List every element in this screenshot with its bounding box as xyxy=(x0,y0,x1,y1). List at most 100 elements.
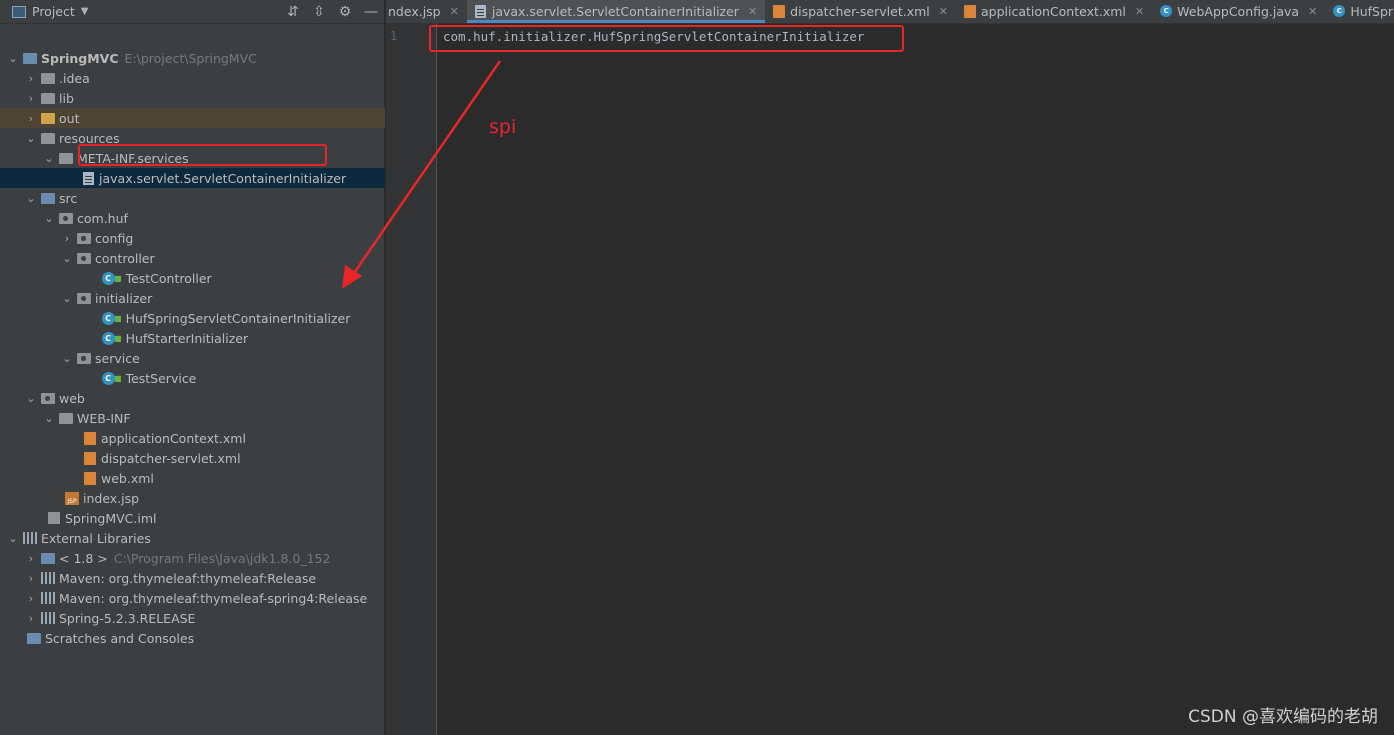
highlight-box-tree xyxy=(78,144,327,166)
tree-item-initializer[interactable]: ⌄ initializer xyxy=(0,288,385,308)
tab-hufspringservletcontainerinitializer[interactable]: C HufSpringServletCo xyxy=(1325,0,1394,23)
chevron-down-icon[interactable]: ⌄ xyxy=(22,192,40,205)
tree-item-label: WEB-INF xyxy=(77,410,131,426)
jsp-file-icon: JSP xyxy=(64,491,80,505)
tree-item-testcontroller[interactable]: C ■ TestController xyxy=(0,268,385,288)
tree-item-config[interactable]: › config xyxy=(0,228,385,248)
close-icon[interactable]: ✕ xyxy=(450,5,459,18)
chevron-down-icon[interactable]: ⌄ xyxy=(22,392,40,405)
chevron-down-icon[interactable]: ⌄ xyxy=(40,152,58,165)
xml-file-icon xyxy=(82,451,98,465)
tree-item-springmvc-iml[interactable]: SpringMVC.iml xyxy=(0,508,385,528)
tree-item-web[interactable]: ⌄ web xyxy=(0,388,385,408)
tree-item-label: Spring-5.2.3.RELEASE xyxy=(59,610,196,626)
tab-label: HufSpringServletCo xyxy=(1350,3,1394,19)
chevron-down-icon[interactable]: ⌄ xyxy=(22,132,40,145)
tree-item-spring-release[interactable]: › Spring-5.2.3.RELEASE xyxy=(0,608,385,628)
tree-item-jdk[interactable]: › < 1.8 > C:\Program Files\Java\jdk1.8.0… xyxy=(0,548,385,568)
text-file-icon xyxy=(80,171,96,185)
hide-panel-icon[interactable]: — xyxy=(358,0,384,24)
tree-item-maven-thymeleaf-spring4[interactable]: › Maven: org.thymeleaf:thymeleaf-spring4… xyxy=(0,588,385,608)
library-icon xyxy=(40,591,56,605)
tree-item-label: javax.servlet.ServletContainerInitialize… xyxy=(99,170,347,186)
chevron-down-icon[interactable]: ⌄ xyxy=(40,212,58,225)
annotation-label: spi xyxy=(489,116,517,138)
tree-item-label: SpringMVC.iml xyxy=(65,510,157,526)
chevron-down-icon[interactable]: ⌄ xyxy=(58,292,76,305)
lock-icon: ■ xyxy=(114,333,122,343)
tree-item-label: controller xyxy=(95,250,155,266)
chevron-down-icon[interactable]: ⌄ xyxy=(58,352,76,365)
expand-all-icon[interactable]: ⇵ xyxy=(280,0,306,24)
jdk-icon xyxy=(40,551,56,565)
chevron-right-icon[interactable]: › xyxy=(22,72,40,85)
lock-icon: ■ xyxy=(114,313,122,323)
tree-item-label: service xyxy=(95,350,140,366)
close-icon[interactable]: ✕ xyxy=(1135,5,1144,18)
tab-applicationcontext-xml[interactable]: applicationContext.xml ✕ xyxy=(956,0,1152,23)
tree-item-web-inf[interactable]: ⌄ WEB-INF xyxy=(0,408,385,428)
tree-item-maven-thymeleaf[interactable]: › Maven: org.thymeleaf:thymeleaf:Release xyxy=(0,568,385,588)
xml-file-icon xyxy=(82,471,98,485)
library-icon xyxy=(40,571,56,585)
tab-label: dispatcher-servlet.xml xyxy=(790,3,930,19)
chevron-right-icon[interactable]: › xyxy=(22,552,40,565)
tree-item-index-jsp[interactable]: JSP index.jsp xyxy=(0,488,385,508)
tree-item-dispatcher-servlet-xml[interactable]: dispatcher-servlet.xml xyxy=(0,448,385,468)
tree-item-label: index.jsp xyxy=(83,490,140,506)
project-window-icon xyxy=(12,5,26,18)
tree-item-path: C:\Program Files\Java\jdk1.8.0_152 xyxy=(113,550,331,566)
tree-item-out[interactable]: › out xyxy=(0,108,385,128)
tab-servlet-container-initializer[interactable]: javax.servlet.ServletContainerInitialize… xyxy=(466,0,766,23)
tree-item-service[interactable]: ⌄ service xyxy=(0,348,385,368)
chevron-right-icon[interactable]: › xyxy=(58,232,76,245)
tree-item-external-libraries[interactable]: ⌄ External Libraries xyxy=(0,528,385,548)
project-tool-window: Project ▼ ⇵ ⇳ ⚙ — ⌄ SpringMVC E:\project… xyxy=(0,0,385,735)
tree-item-springmvc[interactable]: ⌄ SpringMVC E:\project\SpringMVC xyxy=(0,48,385,68)
tree-item-applicationcontext-xml[interactable]: applicationContext.xml xyxy=(0,428,385,448)
tab-webappconfig-java[interactable]: C WebAppConfig.java ✕ xyxy=(1152,0,1325,23)
chevron-down-icon[interactable]: ⌄ xyxy=(40,412,58,425)
tree-item-label: .idea xyxy=(59,70,90,86)
java-class-icon: C xyxy=(1333,5,1346,17)
tree-item-scratches[interactable]: Scratches and Consoles xyxy=(0,628,385,648)
chevron-down-icon[interactable]: ⌄ xyxy=(4,532,22,545)
chevron-right-icon[interactable]: › xyxy=(22,612,40,625)
tree-item-com-huf[interactable]: ⌄ com.huf xyxy=(0,208,385,228)
collapse-all-icon[interactable]: ⇳ xyxy=(306,0,332,24)
module-icon xyxy=(22,51,38,65)
chevron-right-icon[interactable]: › xyxy=(22,112,40,125)
folder-icon xyxy=(40,71,56,85)
chevron-right-icon[interactable]: › xyxy=(22,592,40,605)
project-view-selector[interactable]: Project ▼ xyxy=(0,4,88,19)
tab-dispatcher-servlet-xml[interactable]: dispatcher-servlet.xml ✕ xyxy=(765,0,956,23)
tree-item-src[interactable]: ⌄ src xyxy=(0,188,385,208)
close-icon[interactable]: ✕ xyxy=(748,5,757,18)
tree-item-label: < 1.8 > xyxy=(59,550,108,566)
tree-item-label: Maven: org.thymeleaf:thymeleaf-spring4:R… xyxy=(59,590,368,606)
chevron-down-icon[interactable]: ⌄ xyxy=(58,252,76,265)
tree-item-label: Scratches and Consoles xyxy=(45,630,195,646)
chevron-right-icon[interactable]: › xyxy=(22,92,40,105)
chevron-right-icon[interactable]: › xyxy=(22,572,40,585)
tree-item-label: web xyxy=(59,390,85,406)
close-icon[interactable]: ✕ xyxy=(1308,5,1317,18)
close-icon[interactable]: ✕ xyxy=(939,5,948,18)
gear-icon[interactable]: ⚙ xyxy=(332,0,358,24)
package-icon xyxy=(76,291,92,305)
tree-item-hufspringservletcontainerinitializer[interactable]: C ■ HufSpringServletContainerInitializer xyxy=(0,308,385,328)
tree-item-idea[interactable]: › .idea xyxy=(0,68,385,88)
tree-item-hufstarterinitializer[interactable]: C ■ HufStarterInitializer xyxy=(0,328,385,348)
chevron-down-icon[interactable]: ⌄ xyxy=(4,52,22,65)
tree-item-controller[interactable]: ⌄ controller xyxy=(0,248,385,268)
tab-index-jsp[interactable]: ndex.jsp ✕ xyxy=(386,0,467,23)
tree-item-label: src xyxy=(59,190,78,206)
tree-item-label: HufSpringServletContainerInitializer xyxy=(125,310,351,326)
source-folder-icon xyxy=(40,191,56,205)
tree-item-servlet-container-initializer[interactable]: javax.servlet.ServletContainerInitialize… xyxy=(0,168,385,188)
line-number: 1 xyxy=(390,29,398,43)
tree-item-web-xml[interactable]: web.xml xyxy=(0,468,385,488)
tree-item-testservice[interactable]: C ■ TestService xyxy=(0,368,385,388)
tree-item-lib[interactable]: › lib xyxy=(0,88,385,108)
library-icon xyxy=(40,611,56,625)
